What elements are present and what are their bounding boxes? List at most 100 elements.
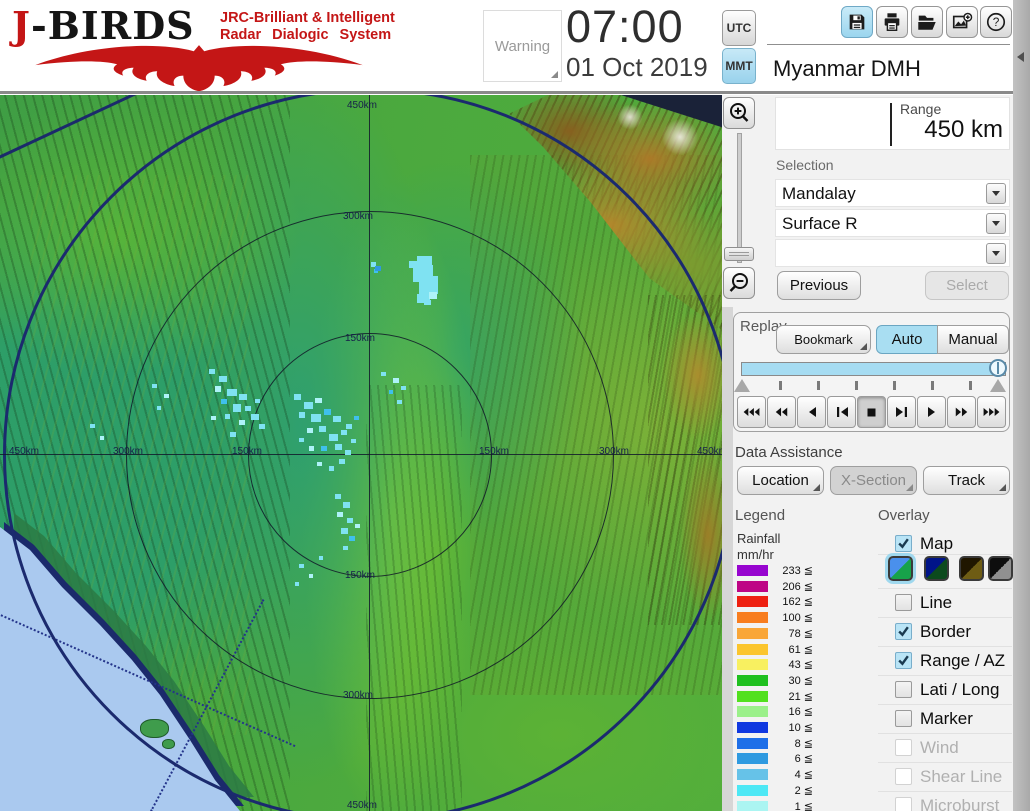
zoom-slider-handle[interactable] bbox=[724, 247, 754, 261]
option-dropdown-button[interactable] bbox=[986, 243, 1006, 264]
legend-row: 61 ≦ bbox=[737, 643, 847, 657]
checked-checkbox[interactable] bbox=[895, 623, 912, 640]
unchecked-checkbox[interactable] bbox=[895, 710, 912, 727]
overlay-item-marker: Marker bbox=[878, 709, 1012, 731]
overlay-item-label: Border bbox=[920, 622, 972, 641]
select-button[interactable]: Select bbox=[925, 271, 1009, 300]
replay-slider-track[interactable] bbox=[741, 362, 1006, 376]
legend-threshold-value: 78 ≦ bbox=[788, 627, 813, 640]
manual-label: Manual bbox=[948, 331, 998, 348]
overlay-separator bbox=[878, 704, 1012, 705]
add-image-button[interactable] bbox=[946, 6, 978, 38]
map-style-swatch-4[interactable] bbox=[988, 556, 1013, 581]
map-style-swatch-1[interactable] bbox=[888, 556, 913, 581]
playback-step-back-button[interactable] bbox=[797, 396, 826, 428]
skip-end-icon bbox=[895, 407, 907, 417]
legend-color-swatch bbox=[737, 722, 768, 733]
overlay-separator bbox=[878, 646, 1012, 647]
eagle-icon bbox=[35, 45, 363, 92]
unchecked-checkbox[interactable] bbox=[895, 681, 912, 698]
rain-echo bbox=[429, 292, 437, 299]
track-button[interactable]: Track bbox=[923, 466, 1010, 495]
rain-echo bbox=[333, 416, 341, 422]
overlay-item-wind: Wind bbox=[878, 738, 1012, 760]
map-style-swatch-3[interactable] bbox=[959, 556, 984, 581]
legend-threshold-value: 10 ≦ bbox=[788, 722, 813, 734]
previous-button[interactable]: Previous bbox=[777, 271, 861, 300]
rain-echo bbox=[347, 518, 353, 523]
bookmark-button[interactable]: Bookmark bbox=[776, 325, 871, 354]
rewind-fastest-icon bbox=[743, 408, 760, 416]
playback-skip-start-button[interactable] bbox=[827, 396, 856, 428]
rain-echo bbox=[319, 556, 323, 560]
rain-echo bbox=[349, 536, 355, 541]
range-ring-label: 150km bbox=[478, 446, 510, 457]
zoom-out-button[interactable] bbox=[723, 267, 755, 299]
help-button[interactable]: ? bbox=[980, 6, 1012, 38]
overlay-label: Overlay bbox=[878, 507, 930, 524]
mmt-button[interactable]: MMT bbox=[722, 48, 756, 84]
playback-rewind-fastest-button[interactable] bbox=[737, 396, 766, 428]
open-folder-button[interactable] bbox=[911, 6, 943, 38]
playback-forward-fastest-button[interactable] bbox=[977, 396, 1006, 428]
svg-text:?: ? bbox=[993, 15, 1000, 29]
overlay-separator bbox=[878, 762, 1012, 763]
legend-color-swatch bbox=[737, 643, 768, 655]
track-label: Track bbox=[948, 472, 985, 489]
utc-button[interactable]: UTC bbox=[722, 10, 756, 46]
print-button[interactable] bbox=[876, 6, 908, 38]
legend-threshold-value: 206 ≦ bbox=[782, 580, 813, 593]
rain-echo bbox=[209, 369, 215, 374]
rain-echo bbox=[397, 400, 402, 404]
replay-range-start-marker[interactable] bbox=[734, 379, 750, 392]
jbirds-app: { "header": { "logo": { "title_accent": … bbox=[0, 0, 1030, 811]
rain-echo bbox=[239, 394, 247, 400]
rain-echo bbox=[335, 494, 341, 499]
site-dropdown-button[interactable] bbox=[986, 183, 1006, 204]
manual-mode-button[interactable]: Manual bbox=[937, 325, 1009, 354]
unchecked-checkbox[interactable] bbox=[895, 594, 912, 611]
warning-button[interactable]: Warning bbox=[483, 10, 562, 82]
save-button[interactable] bbox=[841, 6, 873, 38]
rain-echo bbox=[354, 416, 359, 420]
rain-echo bbox=[375, 266, 381, 271]
legend-row: 16 ≦ bbox=[737, 706, 847, 719]
auto-mode-button[interactable]: Auto bbox=[876, 325, 938, 354]
playback-skip-end-button[interactable] bbox=[887, 396, 916, 428]
legend-scale: 233 ≦ 206 ≦ 162 ≦ 100 ≦ 78 ≦ 61 ≦ 43 ≦ 30 ≦ 21 ≦… bbox=[737, 565, 847, 811]
playback-stop-button[interactable] bbox=[857, 396, 886, 428]
rain-echo bbox=[381, 372, 386, 376]
radar-map[interactable]: 450km 300km 150km 150km 300km 450km 450km 300km… bbox=[0, 95, 722, 811]
replay-range-end-marker[interactable] bbox=[990, 379, 1006, 392]
legend-threshold-value: 61 ≦ bbox=[788, 643, 813, 656]
playback-forward-fast-button[interactable] bbox=[947, 396, 976, 428]
site-dropdown[interactable]: Mandalay bbox=[775, 179, 1010, 207]
legend-threshold-value: 30 ≦ bbox=[788, 674, 813, 687]
unchecked-checkbox bbox=[895, 797, 912, 811]
panel-collapse-icon[interactable] bbox=[1017, 52, 1024, 62]
zoom-in-button[interactable] bbox=[723, 97, 755, 129]
location-button[interactable]: Location bbox=[737, 466, 824, 495]
rain-echo bbox=[255, 399, 260, 403]
playback-rewind-fast-button[interactable] bbox=[767, 396, 796, 428]
product-dropdown[interactable]: Surface R bbox=[775, 209, 1010, 237]
map-style-swatch-2[interactable] bbox=[924, 556, 949, 581]
rain-echo bbox=[211, 416, 216, 420]
checked-checkbox[interactable] bbox=[895, 535, 912, 552]
range-divider bbox=[890, 103, 892, 146]
auto-label: Auto bbox=[891, 331, 923, 348]
x-section-button[interactable]: X-Section bbox=[830, 466, 917, 495]
playback-play-button[interactable] bbox=[917, 396, 946, 428]
product-dropdown-button[interactable] bbox=[986, 213, 1006, 234]
unchecked-checkbox bbox=[895, 768, 912, 785]
option-dropdown[interactable] bbox=[775, 239, 1010, 267]
replay-slider-handle[interactable] bbox=[989, 359, 1007, 377]
overlay-item-label: Shear Line bbox=[920, 767, 1003, 786]
checked-checkbox[interactable] bbox=[895, 652, 912, 669]
check-icon bbox=[898, 626, 909, 637]
rain-echo bbox=[311, 414, 321, 422]
overlay-item-label: Lati / Long bbox=[920, 680, 1000, 699]
legend-threshold-value: 4 ≦ bbox=[794, 769, 813, 782]
rain-echo bbox=[309, 446, 314, 451]
zoom-slider-track[interactable] bbox=[737, 133, 742, 263]
